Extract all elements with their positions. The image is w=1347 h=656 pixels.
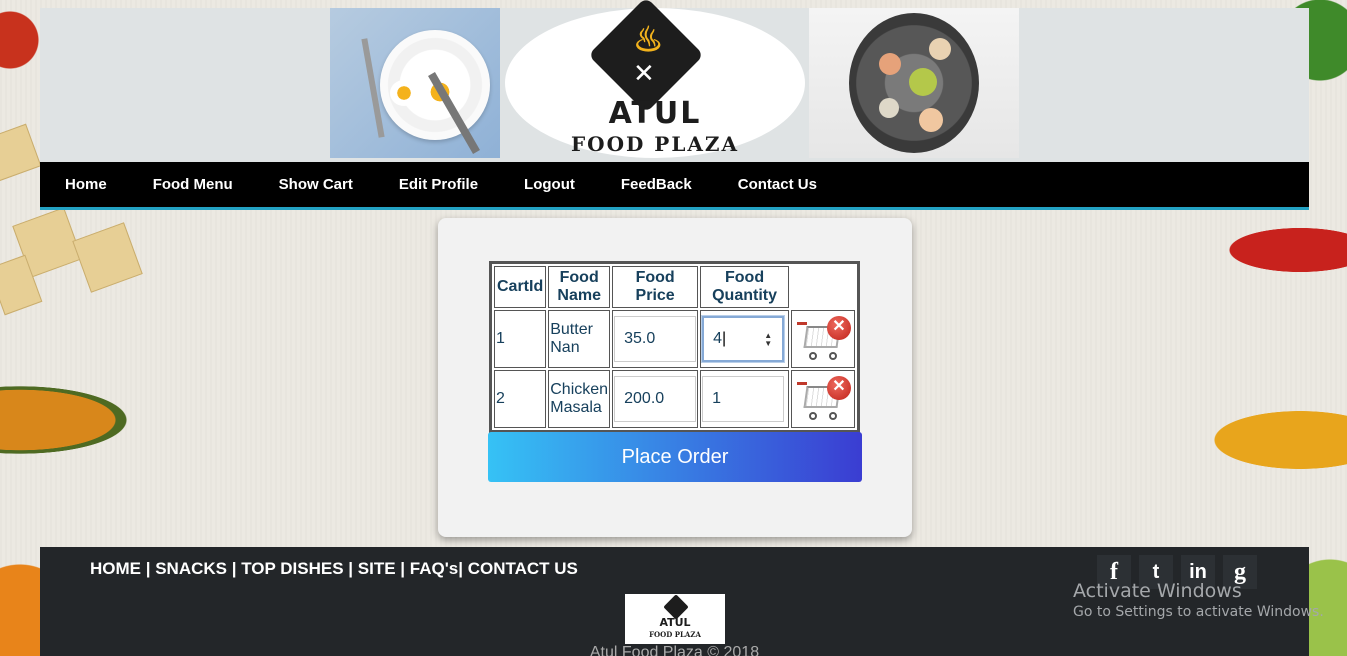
- footer-link-snacks[interactable]: SNACKS: [155, 559, 227, 578]
- footer-link-contact-us[interactable]: CONTACT US: [468, 559, 578, 578]
- footer-separator: |: [227, 559, 242, 578]
- quantity-value: 1: [712, 390, 722, 407]
- cart-panel: CartId Food Name Food Price Food Quantit…: [438, 218, 912, 537]
- food-quantity-cell: 4 | ▲ ▼: [700, 310, 789, 368]
- remove-from-cart-button[interactable]: ✕: [793, 372, 853, 426]
- action-cell: ✕: [790, 370, 855, 428]
- main-navbar: Home Food Menu Show Cart Edit Profile Lo…: [40, 162, 1309, 210]
- banner-platter-image: [809, 8, 1019, 158]
- cart-id-cell: 2: [494, 370, 547, 428]
- fork-knife-icon: ✕: [633, 58, 655, 88]
- footer-logo-subtitle: FOOD PLAZA: [649, 630, 701, 639]
- food-price-cell: 35.0: [612, 310, 699, 368]
- background-cracker: [0, 123, 42, 182]
- footer-separator: |: [395, 559, 410, 578]
- cart-handle: [796, 322, 807, 325]
- nav-show-cart[interactable]: Show Cart: [279, 176, 353, 193]
- column-header-food-name: Food Name: [548, 266, 611, 308]
- close-icon: ✕: [826, 376, 851, 400]
- footer-logo: ATUL FOOD PLAZA: [625, 594, 725, 644]
- footer-separator: |: [458, 559, 468, 578]
- nav-food-menu[interactable]: Food Menu: [153, 176, 233, 193]
- footer-link-faqs[interactable]: FAQ's: [410, 559, 458, 578]
- cart-wheel: [808, 412, 817, 420]
- place-order-button[interactable]: Place Order: [488, 432, 862, 482]
- food-name-cell: Butter Nan: [548, 310, 611, 368]
- footer-link-home[interactable]: HOME: [90, 559, 141, 578]
- quantity-stepper[interactable]: 4 | ▲ ▼: [701, 315, 786, 363]
- logo-subtitle: FOOD PLAZA: [570, 132, 740, 156]
- food-price-cell: 200.0: [612, 370, 699, 428]
- stepper-arrows-icon[interactable]: ▲ ▼: [764, 332, 772, 348]
- price-field[interactable]: 200.0: [614, 376, 697, 422]
- cart-table: CartId Food Name Food Price Food Quantit…: [489, 261, 860, 433]
- close-icon: ✕: [826, 316, 851, 340]
- flame-icon: ♨: [633, 21, 664, 59]
- nav-home[interactable]: Home: [65, 176, 107, 193]
- site-header: ♨ ✕ ATUL FOOD PLAZA: [40, 0, 1309, 162]
- table-row: 1 Butter Nan 35.0 4 | ▲ ▼ ✕: [494, 310, 855, 368]
- site-logo[interactable]: ♨ ✕ ATUL FOOD PLAZA: [505, 0, 805, 158]
- banner-breakfast-image: [330, 8, 500, 158]
- activation-subtitle: Go to Settings to activate Windows.: [1073, 604, 1324, 620]
- footer-separator: |: [141, 559, 156, 578]
- nav-contact-us[interactable]: Contact Us: [738, 176, 817, 193]
- logo-title: ATUL: [608, 96, 702, 131]
- nav-edit-profile[interactable]: Edit Profile: [399, 176, 478, 193]
- cart-wheel: [828, 352, 837, 360]
- footer-link-site[interactable]: SITE: [358, 559, 396, 578]
- price-field[interactable]: 35.0: [614, 316, 697, 362]
- price-value: 35.0: [624, 330, 656, 347]
- cart-id-cell: 1: [494, 310, 547, 368]
- cart-wheel: [808, 352, 817, 360]
- windows-activation-watermark: Activate Windows Go to Settings to activ…: [1073, 580, 1324, 620]
- column-header-actions: [791, 266, 855, 308]
- quantity-value: 4: [713, 330, 723, 347]
- cart-handle: [796, 382, 807, 385]
- background-cracker: [72, 222, 143, 293]
- table-header-row: CartId Food Name Food Price Food Quantit…: [494, 266, 855, 308]
- nav-feedback[interactable]: FeedBack: [621, 176, 692, 193]
- remove-from-cart-button[interactable]: ✕: [793, 312, 853, 366]
- action-cell: ✕: [790, 310, 855, 368]
- footer-nav: HOME | SNACKS | TOP DISHES | SITE | FAQ'…: [90, 559, 578, 579]
- food-name-cell: Chicken Masala: [548, 370, 611, 428]
- table-row: 2 Chicken Masala 200.0 1 ✕: [494, 370, 855, 428]
- nav-logout[interactable]: Logout: [524, 176, 575, 193]
- column-header-cart-id: CartId: [494, 266, 547, 308]
- food-quantity-cell: 1: [700, 370, 789, 428]
- price-value: 200.0: [624, 390, 665, 407]
- footer-link-top-dishes[interactable]: TOP DISHES: [241, 559, 343, 578]
- footer-separator: |: [343, 559, 358, 578]
- platter: [849, 13, 979, 153]
- cart-wheel: [828, 412, 837, 420]
- quantity-stepper[interactable]: 1: [702, 376, 785, 422]
- footer-logo-title: ATUL: [659, 616, 691, 629]
- copyright-text: Atul Food Plaza © 2018: [589, 644, 760, 656]
- column-header-food-price: Food Price: [612, 266, 699, 308]
- column-header-food-quantity: Food Quantity: [700, 266, 789, 308]
- activation-title: Activate Windows: [1073, 580, 1242, 602]
